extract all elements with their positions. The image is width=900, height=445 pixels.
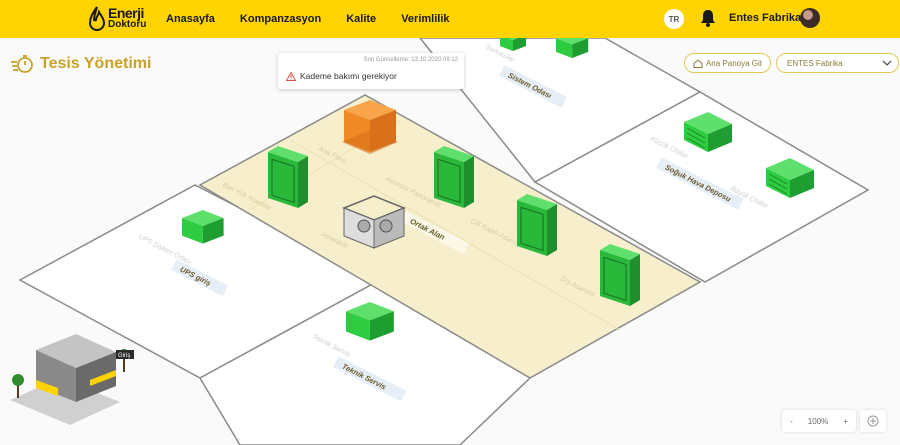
user-name[interactable]: Entes Fabrika [729, 12, 801, 24]
nav-verimlilik[interactable]: Verimlilik [401, 13, 449, 25]
zoom-out-button[interactable]: - [790, 417, 793, 426]
main-panel-label: Ana Panoya Git [705, 58, 763, 68]
top-bar: Enerji Doktoru Anasayfa Kompanzasyon Kal… [0, 0, 900, 38]
avatar[interactable] [800, 8, 820, 28]
facility-select-value: ENTES Fabrika [787, 58, 843, 68]
device-asansor-panoramik[interactable] [433, 145, 475, 209]
logo-line2: Doktoru [108, 19, 147, 30]
alert-timestamp: Son Güncelleme: 13.10.2020 09:12 [363, 57, 458, 63]
nav-kalite[interactable]: Kalite [346, 13, 376, 25]
flame-icon [88, 6, 106, 31]
chevron-down-icon [882, 60, 892, 66]
building-tag: Giriş [118, 353, 130, 359]
nav-anasayfa[interactable]: Anasayfa [166, 13, 215, 25]
logo[interactable]: Enerji Doktoru [88, 3, 150, 35]
nav-kompanzasyon[interactable]: Kompanzasyon [240, 13, 321, 25]
zoom-in-button[interactable]: + [843, 417, 848, 426]
page-title: Tesis Yönetimi [40, 55, 152, 72]
device-asansor-cift-kapili[interactable] [516, 193, 558, 257]
crosshair-icon [867, 415, 879, 427]
warning-icon [286, 71, 296, 81]
device-asansor-dis[interactable] [599, 243, 641, 307]
zoom-control: - 100% + [782, 410, 856, 432]
device-asansor-ban-yuk[interactable] [267, 145, 309, 209]
page-title-wrap: Tesis Yönetimi [10, 53, 151, 75]
building-entrance-icon[interactable]: Giriş [10, 334, 134, 425]
bell-icon[interactable] [700, 9, 716, 27]
facility-select[interactable]: ENTES Fabrika [776, 53, 899, 73]
stopwatch-icon [11, 55, 33, 73]
language-switch[interactable]: TR [664, 9, 684, 29]
alert-tooltip[interactable]: Son Güncelleme: 13.10.2020 09:12 Kademe … [278, 53, 464, 89]
fit-view-button[interactable] [860, 410, 886, 432]
zoom-level: 100% [807, 416, 829, 426]
logo-line1: Enerji [108, 5, 144, 21]
home-icon [693, 58, 703, 68]
main-nav: Anasayfa Kompanzasyon Kalite Verimlilik [166, 0, 475, 38]
main-panel-button[interactable]: Ana Panoya Git [684, 53, 771, 73]
alert-message: Kademe bakımı gerekiyor [300, 71, 397, 81]
